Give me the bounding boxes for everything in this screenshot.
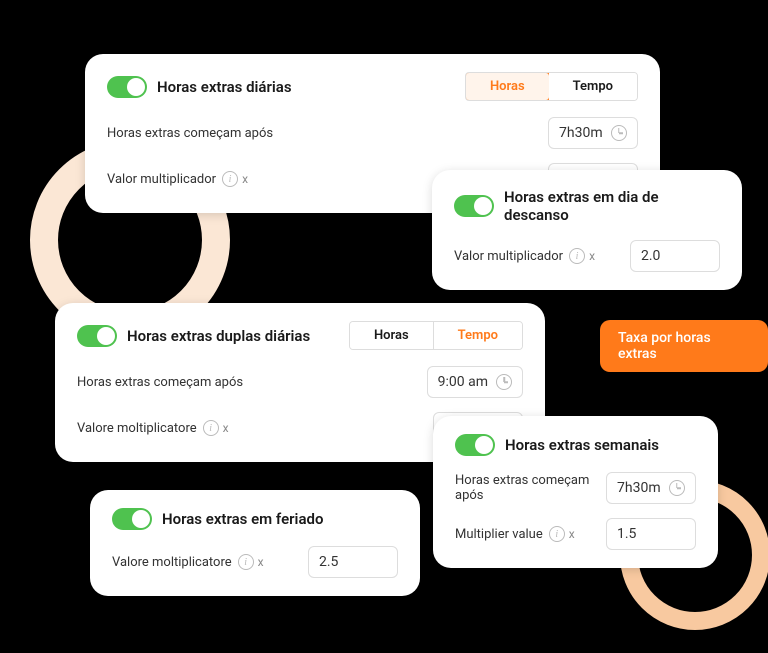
card-holiday-overtime: Horas extras em feriado Valore moltiplic… — [90, 490, 420, 596]
field-start-after[interactable]: 7h30m — [548, 117, 638, 149]
toggle-holiday[interactable] — [112, 508, 152, 530]
field-multiplier[interactable]: 1.5 — [606, 518, 696, 550]
card-title: Horas extras semanais — [505, 436, 659, 454]
segment-time[interactable]: Tempo — [433, 322, 522, 349]
field-start-after[interactable]: 7h30m — [606, 472, 696, 504]
segmented-control: Horas Tempo — [465, 72, 638, 101]
label-multiplier: Valore moltiplicatore i x — [112, 554, 264, 570]
card-title: Horas extras duplas diárias — [127, 327, 310, 345]
label-multiplier: Multiplier value i x — [455, 526, 575, 542]
multiply-symbol: x — [223, 421, 229, 435]
card-rest-day-overtime: Horas extras em dia de descanso Valor mu… — [432, 170, 742, 290]
segmented-control: Horas Tempo — [349, 321, 523, 350]
multiply-symbol: x — [242, 172, 248, 186]
toggle-daily-overtime[interactable] — [107, 76, 147, 98]
label-start-after: Horas extras começam após — [107, 126, 273, 141]
clock-icon — [669, 480, 685, 496]
card-title: Horas extras em dia de descanso — [504, 188, 720, 224]
multiply-symbol: x — [589, 249, 595, 263]
label-start-after: Horas extras começam após — [77, 375, 243, 390]
card-title: Horas extras em feriado — [162, 510, 323, 528]
field-value: 7h30m — [617, 480, 661, 496]
card-title: Horas extras diárias — [157, 78, 292, 96]
info-icon[interactable]: i — [222, 171, 238, 187]
label-multiplier: Valor multiplicador i x — [107, 171, 248, 187]
badge-overtime-rate: Taxa por horas extras — [600, 320, 768, 372]
segment-hours[interactable]: Horas — [350, 322, 433, 349]
field-multiplier[interactable]: 2.5 — [308, 546, 398, 578]
label-multiplier: Valore moltiplicatore i x — [77, 420, 229, 436]
field-value: 1.5 — [617, 526, 636, 542]
clock-icon — [496, 374, 512, 390]
info-icon[interactable]: i — [569, 248, 585, 264]
multiply-symbol: x — [569, 527, 575, 541]
label-start-after: Horas extras começam após — [455, 473, 596, 503]
field-value: 7h30m — [559, 125, 603, 141]
info-icon[interactable]: i — [203, 420, 219, 436]
segment-hours[interactable]: Horas — [465, 72, 550, 101]
field-value: 2.0 — [641, 248, 660, 264]
field-value: 9:00 am — [438, 374, 488, 390]
toggle-rest-day[interactable] — [454, 195, 494, 217]
field-value: 2.5 — [319, 554, 338, 570]
card-weekly-overtime: Horas extras semanais Horas extras começ… — [433, 416, 718, 568]
multiply-symbol: x — [258, 555, 264, 569]
toggle-weekly[interactable] — [455, 434, 495, 456]
info-icon[interactable]: i — [238, 554, 254, 570]
info-icon[interactable]: i — [549, 526, 565, 542]
segment-time[interactable]: Tempo — [549, 73, 637, 100]
field-multiplier[interactable]: 2.0 — [630, 240, 720, 272]
clock-icon — [611, 125, 627, 141]
toggle-double-daily[interactable] — [77, 325, 117, 347]
label-multiplier: Valor multiplicador i x — [454, 248, 595, 264]
field-start-after[interactable]: 9:00 am — [427, 366, 523, 398]
